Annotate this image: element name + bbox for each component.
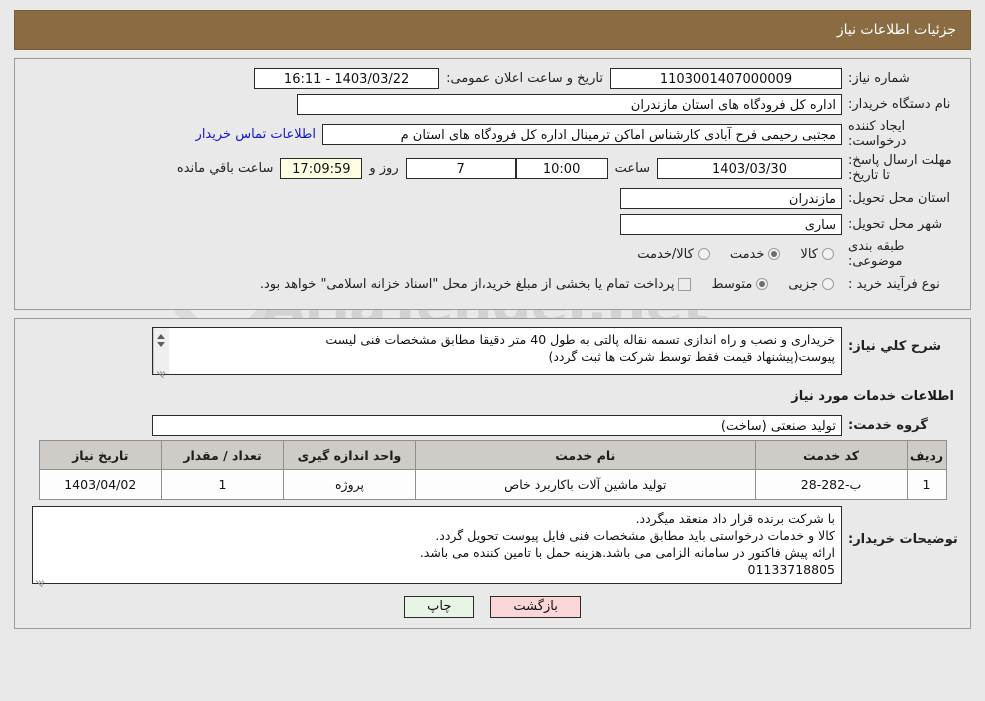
radio-process-motevaset[interactable]	[756, 278, 769, 290]
radio-category-khedmat[interactable]	[768, 248, 781, 260]
cell-name: تولید ماشین آلات باکاربرد خاص	[414, 469, 756, 500]
page-root: جزئیات اطلاعات نیاز شماره نیاز: 11030014…	[0, 10, 985, 629]
notes-resize-grip-icon[interactable]	[35, 571, 46, 588]
checkbox-islamic-treasury[interactable]	[678, 277, 692, 291]
radio-process-jozei-label: جزیی	[788, 276, 818, 292]
need-number-label: شماره نیاز:	[848, 70, 910, 86]
row-process-type: نوع فرآیند خرید : جزیی متوسط پرداخت تمام…	[25, 273, 960, 295]
buyer-contact-link[interactable]: اطلاعات تماس خریدار	[190, 127, 322, 142]
row-city: شهر محل تحویل: ساری	[25, 213, 960, 235]
services-panel: شرح کلي نياز: خریداری و نصب و راه اندازی…	[14, 318, 971, 629]
announce-datetime-field[interactable]: 1403/03/22 - 16:11	[254, 67, 440, 89]
description-label: شرح کلي نياز:	[848, 339, 942, 354]
buyer-notes-textarea[interactable]: با شرکت برنده قرار داد منعقد میگردد. کال…	[32, 506, 842, 588]
row-buyer-org: نام دستگاه خریدار: اداره کل فرودگاه های …	[25, 93, 960, 115]
category-label: طبقه بندی موضوعی:	[848, 239, 905, 269]
deadline-time-field[interactable]: 10:00	[515, 157, 608, 179]
print-button[interactable]: چاپ	[404, 596, 475, 618]
creator-label: ایجاد کننده درخواست:	[848, 119, 907, 149]
page-title-bar: جزئیات اطلاعات نیاز	[14, 10, 971, 50]
page-title: جزئیات اطلاعات نیاز	[836, 22, 956, 38]
row-province: استان محل تحویل: مازندران	[25, 187, 960, 209]
cell-date: 1403/04/02	[38, 469, 163, 500]
buyer-org-field[interactable]: اداره کل فرودگاه های استان مازندران	[297, 93, 842, 115]
buyer-notes-scrollbar[interactable]	[33, 507, 46, 588]
table-header-row: ردیف کد خدمت نام خدمت واحد اندازه گیری ت…	[38, 440, 947, 470]
checkbox-islamic-treasury-label: پرداخت تمام یا بخشی از مبلغ خرید،از محل …	[259, 276, 675, 292]
city-field[interactable]: ساری	[620, 213, 842, 235]
deadline-time-label: ساعت	[614, 160, 650, 176]
buyer-org-label: نام دستگاه خریدار:	[848, 96, 951, 112]
creator-field[interactable]: مجتبی رحیمی فرح آبادی کارشناس اماکن ترمی…	[322, 123, 842, 145]
need-number-field[interactable]: 1103001407000009	[610, 67, 842, 89]
table-row: 1 ب-282-28 تولید ماشین آلات باکاربرد خاص…	[38, 469, 947, 500]
radio-process-motevaset-label: متوسط	[711, 276, 753, 292]
cell-code: ب-282-28	[754, 469, 908, 500]
radio-category-kala[interactable]	[822, 248, 834, 260]
remaining-hours-label: ساعت باقي مانده	[176, 160, 274, 176]
row-deadline: مهلت ارسال پاسخ: تا تاریخ: 1403/03/30 سا…	[25, 153, 960, 183]
process-type-label: نوع فرآیند خرید :	[848, 276, 940, 292]
back-button[interactable]: بازگشت	[490, 596, 581, 618]
th-qty: تعداد / مقدار	[161, 440, 285, 470]
need-info-panel: شماره نیاز: 1103001407000009 تاریخ و ساع…	[14, 58, 971, 310]
row-creator: ایجاد کننده درخواست: مجتبی رحیمی فرح آبا…	[25, 119, 960, 149]
cell-unit: پروژه	[283, 469, 416, 500]
description-textarea[interactable]: خریداری و نصب و راه اندازی تسمه نقاله پا…	[152, 327, 842, 379]
th-name: نام خدمت	[414, 440, 756, 470]
row-need-number: شماره نیاز: 1103001407000009 تاریخ و ساع…	[25, 67, 960, 89]
buyer-notes-line-4: 01133718805	[747, 562, 835, 577]
scroll-down-icon[interactable]	[157, 342, 165, 347]
description-line-2: پیوست(پیشنهاد قیمت فقط توسط شرکت ها ثبت …	[548, 349, 835, 364]
description-scrollbar[interactable]	[153, 328, 169, 379]
radio-category-khedmat-label: خدمت	[729, 246, 765, 262]
description-line-1: خریداری و نصب و راه اندازی تسمه نقاله پا…	[325, 332, 835, 347]
city-label: شهر محل تحویل:	[848, 216, 943, 232]
row-category: طبقه بندی موضوعی: کالا خدمت کالا/خدمت	[25, 239, 960, 269]
th-date: تاریخ نیاز	[38, 440, 163, 470]
th-code: کد خدمت	[754, 440, 908, 470]
row-buyer-notes: توضیحات خریدار: با شرکت برنده قرار داد م…	[25, 506, 960, 588]
radio-process-jozei[interactable]	[822, 278, 834, 290]
resize-grip-icon[interactable]	[156, 362, 167, 379]
province-field[interactable]: مازندران	[620, 187, 842, 209]
row-description: شرح کلي نياز: خریداری و نصب و راه اندازی…	[25, 327, 960, 379]
service-group-field[interactable]: تولید صنعتی (ساخت)	[152, 414, 842, 436]
remaining-days-field[interactable]: 7	[405, 157, 516, 179]
radio-category-kala-label: کالا	[800, 246, 818, 262]
deadline-label: مهلت ارسال پاسخ: تا تاریخ:	[848, 153, 952, 183]
buyer-notes-line-2: کالا و خدمات درخواستی باید مطابق مشخصات …	[435, 528, 835, 543]
buyer-notes-label: توضیحات خریدار:	[848, 532, 958, 547]
radio-category-kala-khedmat-label: کالا/خدمت	[637, 246, 694, 262]
remaining-clock-field: 17:09:59	[280, 157, 363, 179]
row-service-group: گروه خدمت: تولید صنعتی (ساخت)	[25, 414, 960, 436]
buyer-notes-line-1: با شرکت برنده قرار داد منعقد میگردد.	[635, 511, 835, 526]
cell-radif: 1	[906, 469, 947, 500]
description-text: خریداری و نصب و راه اندازی تسمه نقاله پا…	[169, 328, 841, 374]
announce-label: تاریخ و ساعت اعلان عمومی:	[446, 70, 603, 86]
remaining-days-label: روز و	[369, 160, 399, 176]
services-section-title: اطلاعات خدمات مورد نیاز	[791, 389, 954, 404]
radio-category-kala-khedmat[interactable]	[697, 248, 710, 260]
cell-qty: 1	[161, 469, 285, 500]
th-unit: واحد اندازه گیری	[283, 440, 416, 470]
scroll-up-icon[interactable]	[157, 334, 165, 339]
buyer-notes-text: با شرکت برنده قرار داد منعقد میگردد. کال…	[46, 507, 841, 583]
th-radif: ردیف	[906, 440, 947, 470]
buyer-notes-line-3: ارائه پیش فاکتور در سامانه الزامی می باش…	[419, 545, 835, 560]
deadline-date-field[interactable]: 1403/03/30	[657, 157, 842, 179]
service-group-label: گروه خدمت:	[848, 417, 928, 433]
footer-button-bar: بازگشت چاپ	[25, 596, 960, 618]
province-label: استان محل تحویل:	[848, 190, 950, 206]
services-table: ردیف کد خدمت نام خدمت واحد اندازه گیری ت…	[38, 440, 947, 500]
